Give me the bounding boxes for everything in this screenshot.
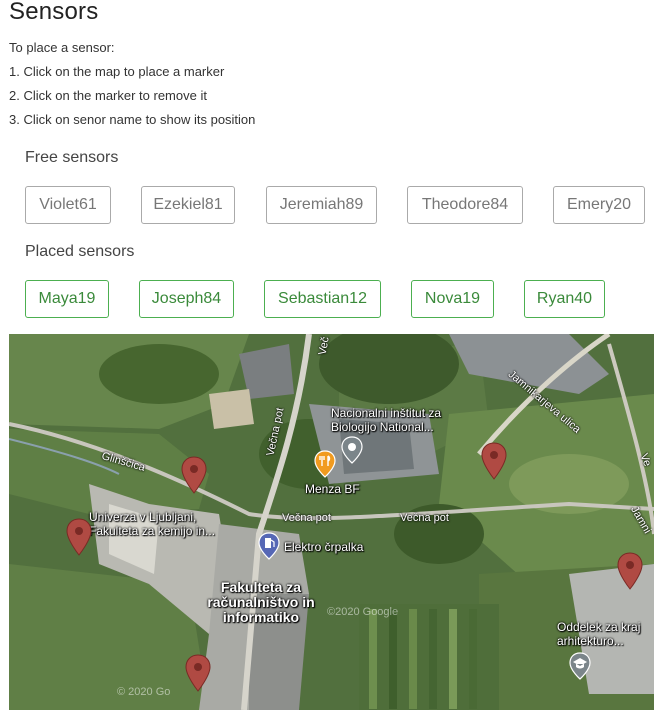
sensor-marker-icon[interactable]	[617, 552, 643, 590]
place-label-institute: Nacionalni inštitut za Biologijo Nationa…	[331, 406, 442, 434]
instruction-step-1: 1. Click on the map to place a marker	[9, 64, 225, 79]
sensor-marker-icon[interactable]	[185, 654, 211, 692]
satellite-map[interactable]: Glinščica Večna pot Večna pot Večna pot …	[9, 334, 654, 710]
place-label-oddelek: Oddelek za kraj arhitekturo...	[557, 620, 641, 648]
map-copyright: ©2020 Google	[327, 606, 399, 618]
placed-sensor-button[interactable]: Maya19	[25, 280, 109, 318]
page-title: Sensors	[9, 0, 99, 25]
sensor-marker-icon[interactable]	[481, 442, 507, 480]
sensor-marker-icon[interactable]	[181, 456, 207, 494]
place-label-univerza: Univerza v Ljubljani, Fakulteta za kemij…	[89, 510, 216, 538]
placed-sensor-button[interactable]: Sebastian12	[264, 280, 381, 318]
placed-sensor-button[interactable]: Joseph84	[139, 280, 234, 318]
place-pin-icon[interactable]	[341, 436, 363, 464]
free-sensor-button[interactable]: Ezekiel81	[141, 186, 235, 224]
free-sensor-button[interactable]: Jeremiah89	[266, 186, 377, 224]
placed-sensor-button[interactable]: Ryan40	[524, 280, 605, 318]
school-icon[interactable]	[569, 652, 591, 680]
placed-sensor-button[interactable]: Nova19	[411, 280, 494, 318]
instruction-step-2: 2. Click on the marker to remove it	[9, 88, 207, 103]
placed-sensors-title: Placed sensors	[25, 243, 135, 260]
free-sensor-button[interactable]: Emery20	[553, 186, 645, 224]
street-label-vecna-pot: Večna pot	[282, 512, 331, 524]
place-label-elektro: Elektro črpalka	[284, 540, 364, 554]
instructions-heading: To place a sensor:	[9, 40, 115, 55]
street-label-vecna-pot: Večna pot	[400, 512, 449, 524]
free-sensor-button[interactable]: Violet61	[25, 186, 111, 224]
free-sensors-title: Free sensors	[25, 149, 119, 166]
sensor-marker-icon[interactable]	[66, 518, 92, 556]
restaurant-icon[interactable]	[314, 450, 336, 478]
gas-station-icon[interactable]	[258, 532, 280, 560]
free-sensor-button[interactable]: Theodore84	[407, 186, 523, 224]
instruction-step-3: 3. Click on senor name to show its posit…	[9, 112, 256, 127]
map-copyright: © 2020 Go	[117, 686, 171, 698]
place-label-menza: Menza BF	[305, 482, 360, 496]
place-label-fri: Fakulteta za računalništvo in informatik…	[207, 579, 315, 625]
